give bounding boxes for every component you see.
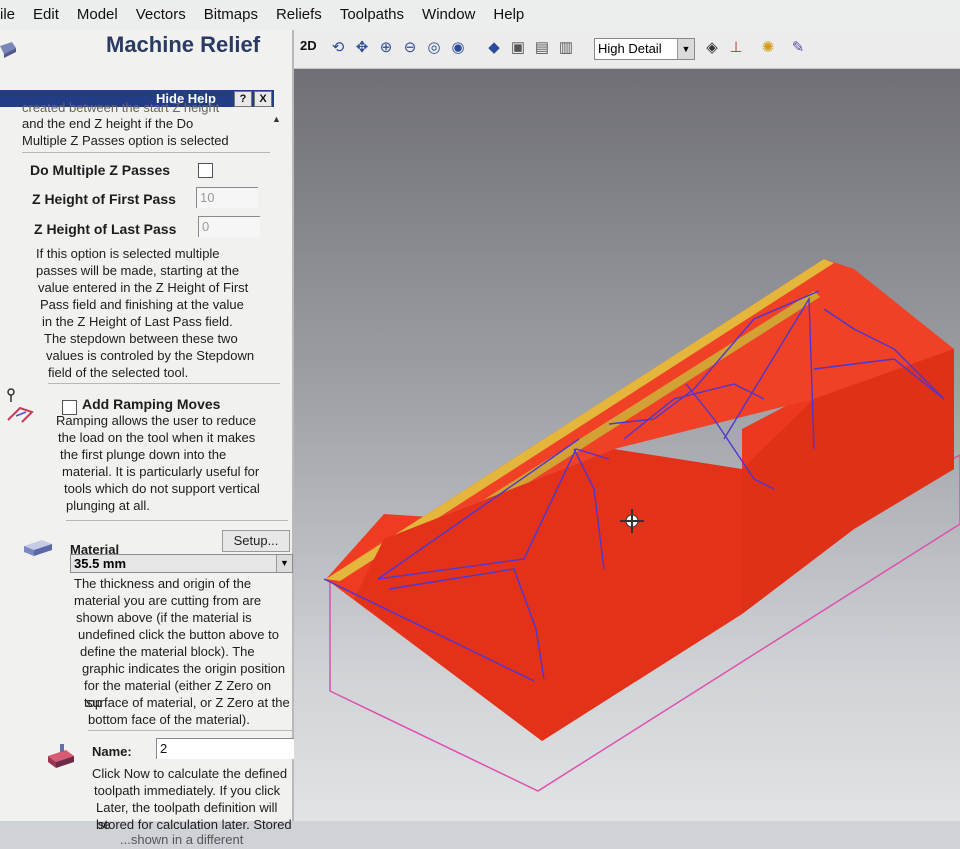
do-multiple-passes-checkbox[interactable]	[198, 163, 213, 178]
material-icon[interactable]: ◈	[702, 38, 722, 58]
multi-help-0: If this option is selected multiple	[36, 246, 220, 261]
divider	[88, 730, 298, 731]
front-view-icon[interactable]: ▤	[532, 38, 552, 58]
menu-bar: ile Edit Model Vectors Bitmaps Reliefs T…	[0, 0, 960, 31]
multi-help-5: The stepdown between these two	[44, 331, 238, 346]
menu-toolpaths[interactable]: Toolpaths	[331, 0, 413, 30]
detail-level-value: High Detail	[598, 41, 662, 56]
toolpath-icon	[48, 744, 74, 768]
relief-render	[323, 259, 960, 792]
chevron-down-icon[interactable]: ▼	[677, 39, 694, 59]
material-thickness-select[interactable]: 35.5 mm ▼	[70, 554, 293, 573]
pan-view-icon[interactable]: ✥	[352, 38, 372, 58]
view-2d-button[interactable]: 2D	[300, 38, 317, 53]
menu-reliefs[interactable]: Reliefs	[267, 0, 331, 30]
ramping-help-2: the first plunge down into the	[60, 447, 227, 462]
zoom-out-icon[interactable]: ⊖	[400, 38, 420, 58]
ramping-help-3: material. It is particularly useful for	[62, 464, 260, 479]
material-help-5: graphic indicates the origin position	[82, 661, 286, 676]
chevron-down-icon[interactable]: ▼	[276, 555, 292, 572]
3d-viewport[interactable]	[294, 69, 960, 821]
ramping-help-0: Ramping allows the user to reduce	[56, 413, 257, 428]
machine-relief-icon	[0, 42, 16, 58]
ramping-help-1: the load on the tool when it makes	[58, 430, 256, 445]
menu-bitmaps[interactable]: Bitmaps	[195, 0, 267, 30]
material-help-2: shown above (if the material is	[76, 610, 252, 625]
add-ramping-label: Add Ramping Moves	[82, 396, 221, 412]
material-help-4: define the material block). The	[80, 644, 255, 659]
zoom-all-icon[interactable]: ◉	[448, 38, 468, 58]
name-help-1: toolpath immediately. If you click	[94, 783, 281, 798]
axis-icon[interactable]: ⊥	[726, 38, 746, 58]
material-help-1: material you are cutting from are	[74, 593, 262, 608]
scroll-up-arrow-icon[interactable]: ▲	[272, 114, 281, 124]
name-label: Name:	[92, 744, 132, 759]
help-text-intro-1: and the end Z height if the Do	[22, 116, 194, 131]
z-last-pass-field[interactable]: 0	[198, 216, 260, 237]
do-multiple-passes-label: Do Multiple Z Passes	[30, 162, 171, 178]
ramping-help-4: tools which do not support vertical	[64, 481, 260, 496]
machine-relief-panel: Machine Relief Hide Help ? X ▲ created b…	[0, 30, 320, 847]
lighting-icon[interactable]: ✺	[758, 38, 778, 58]
detail-level-select[interactable]: High Detail ▼	[594, 38, 695, 60]
name-help-0: Click Now to calculate the defined	[92, 766, 288, 781]
help-text-intro-2: Multiple Z Passes option is selected	[22, 133, 229, 148]
rotate-view-icon[interactable]: ⟲	[328, 38, 348, 58]
material-help-7: surface of material, or Z Zero at the	[86, 695, 290, 710]
menu-model[interactable]: Model	[68, 0, 127, 30]
material-help-8: bottom face of the material).	[88, 712, 250, 727]
name-help-4: ...shown in a different	[120, 832, 244, 847]
help-text-intro-0: created between the start Z height	[22, 100, 220, 115]
multi-help-2: value entered in the Z Height of First	[38, 280, 249, 295]
multi-help-1: passes will be made, starting at the	[36, 263, 240, 278]
material-help-3: undefined click the button above to	[78, 627, 279, 642]
ramping-help-5: plunging at all.	[66, 498, 150, 513]
side-view-icon[interactable]: ▥	[556, 38, 576, 58]
material-block-icon	[24, 540, 52, 556]
ramping-icon	[7, 388, 34, 423]
z-first-pass-label: Z Height of First Pass	[32, 191, 176, 207]
menu-edit[interactable]: Edit	[24, 0, 68, 30]
close-help-button[interactable]: X	[254, 91, 272, 107]
menu-window[interactable]: Window	[413, 0, 484, 30]
settings-icon[interactable]: ✎	[788, 38, 808, 58]
divider	[48, 383, 280, 384]
divider	[66, 520, 288, 521]
help-question-button[interactable]: ?	[234, 91, 252, 107]
menu-help[interactable]: Help	[484, 0, 533, 30]
panel-title: Machine Relief	[106, 32, 261, 57]
iso-view-icon[interactable]: ◆	[484, 38, 504, 58]
multi-help-4: in the Z Height of Last Pass field.	[42, 314, 233, 329]
top-view-icon[interactable]: ▣	[508, 38, 528, 58]
multi-help-7: field of the selected tool.	[48, 365, 189, 380]
menu-vectors[interactable]: Vectors	[127, 0, 195, 30]
multi-help-3: Pass field and finishing at the value	[40, 297, 244, 312]
material-thickness-value: 35.5 mm	[74, 556, 127, 571]
z-first-pass-field[interactable]: 10	[196, 187, 258, 208]
relief-wall	[354, 449, 742, 741]
divider	[22, 152, 270, 153]
view-toolbar: 2D ⟲ ✥ ⊕ ⊖ ◎ ◉ ◆ ▣ ▤ ▥ High Detail ▼ ◈ ⊥…	[294, 30, 960, 69]
material-setup-button[interactable]: Setup...	[222, 530, 290, 552]
multi-help-6: values is controled by the Stepdown	[46, 348, 255, 363]
zoom-window-icon[interactable]: ◎	[424, 38, 444, 58]
menu-file[interactable]: ile	[0, 0, 24, 30]
toolpath-name-field[interactable]: 2	[156, 738, 310, 759]
zoom-in-icon[interactable]: ⊕	[376, 38, 396, 58]
z-last-pass-label: Z Height of Last Pass	[34, 221, 177, 237]
material-help-0: The thickness and origin of the	[74, 576, 252, 591]
